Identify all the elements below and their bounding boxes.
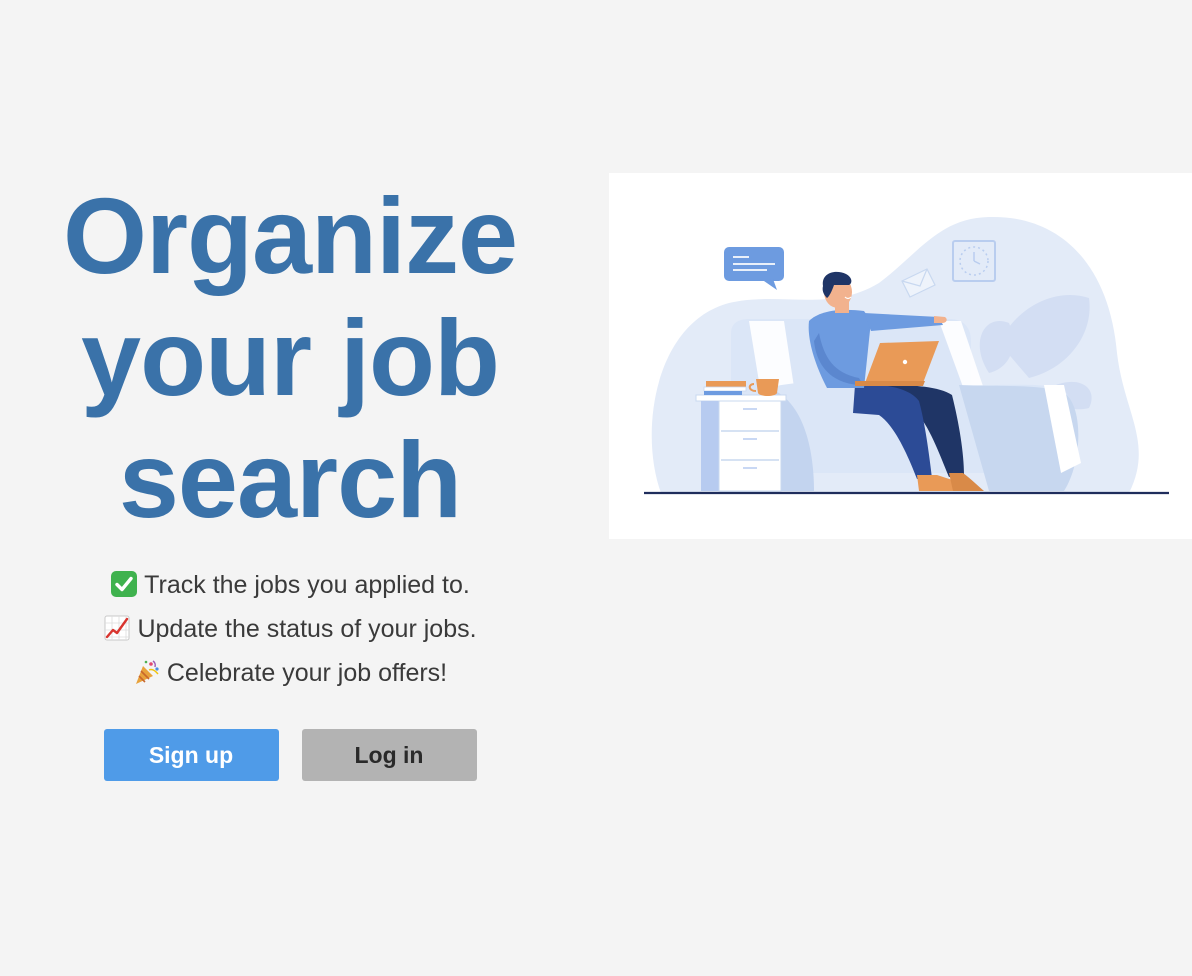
check-mark-icon [111,571,138,597]
headline-line-1: Organize [62,175,518,296]
chart-increasing-icon [104,615,130,641]
feature-text: Celebrate your job offers! [166,659,448,687]
auth-actions: Sign up Log in [30,729,550,781]
feature-item: Update the status of your jobs. [30,607,550,651]
chat-bubble-icon [724,247,784,290]
headline-line-2: your job [81,297,500,418]
feature-text: Track the jobs you applied to. [144,571,470,599]
login-button[interactable]: Log in [301,729,477,781]
feature-list: Track the jobs you applied to. Update th… [30,563,550,695]
hero-illustration [609,173,1192,539]
feature-item: Track the jobs you applied to. [30,563,550,607]
party-popper-icon [135,660,159,684]
hero-section: Organize your job search Track the jobs … [30,175,550,781]
books-and-cup [703,379,779,396]
feature-text: Update the status of your jobs. [137,615,477,643]
side-table [695,394,787,492]
signup-button[interactable]: Sign up [103,729,279,781]
page-title: Organize your job search [30,175,550,541]
person-with-laptop-illustration [644,216,1169,495]
feature-item: Celebrate your job offers! [30,651,550,695]
headline-line-3: search [118,419,462,540]
